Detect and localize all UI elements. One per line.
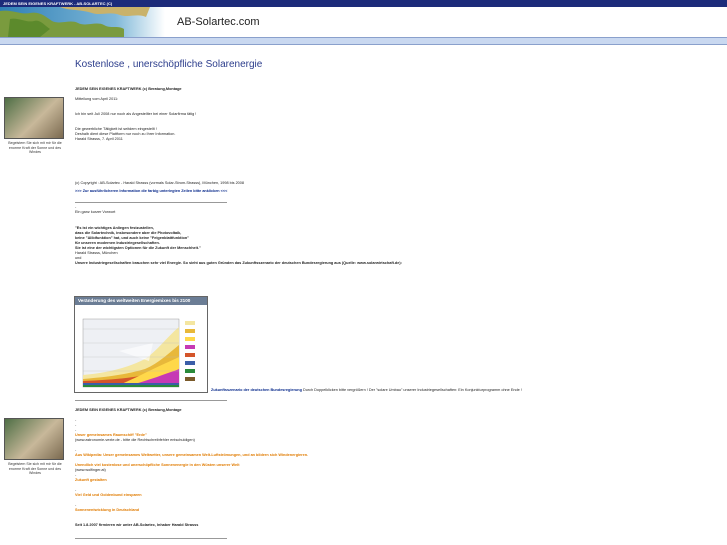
company-since-text: Seit 1.8.2007 firmieren wir unter AB-Sol… xyxy=(75,523,199,527)
energy-mix-chart-image[interactable]: Veränderung des weltweiten Energiemixes … xyxy=(74,296,208,393)
chart-caption: Zukunftsszenario der deutschen Bundesreg… xyxy=(211,388,711,393)
chart-note: Durch Doppelklicken bitte vergrößern ! D… xyxy=(303,388,522,392)
chart-graphic xyxy=(75,305,207,392)
divider xyxy=(75,400,227,401)
link-future[interactable]: Zukunft gestalten xyxy=(75,478,715,483)
globe-banner-image xyxy=(0,7,165,37)
author-photo xyxy=(4,97,64,139)
main-navigation: kostenlossolarkochensolarmobilemissionst… xyxy=(0,37,727,45)
link-wikipedia-weather[interactable]: Aus Wikipedia: Unser gemeinsames Weltwet… xyxy=(75,453,715,458)
energy-statement: Unsere Industriegesellschaften brauchen … xyxy=(75,261,402,265)
notice-date: Mitteilung vom April 2011: xyxy=(75,97,119,101)
section-heading: JEDEM SEIN EIGENES KRAFTWERK (c) Beratun… xyxy=(75,408,182,412)
chart-subtitle-link[interactable]: Zukunftsszenario der deutschen Bundesreg… xyxy=(211,388,302,392)
site-name: AB-Solartec.com xyxy=(177,16,260,28)
page-title: Kostenlose , unerschöpfliche Solarenergi… xyxy=(75,59,263,70)
section-heading: JEDEM SEIN EIGENES KRAFTWERK (c) Beratun… xyxy=(75,87,182,91)
preface-block: - Ein ganz kurzer Vorwort "Es ist ein wi… xyxy=(75,205,715,266)
divider xyxy=(75,202,227,203)
author-photo xyxy=(4,418,64,460)
intro-block: JEDEM SEIN EIGENES KRAFTWERK (c) Beratun… xyxy=(75,87,715,142)
author-photo-caption: Begeistern Sie sich mit mir für die enor… xyxy=(8,141,62,154)
copyright-text: (c) Copyright : AB-Solartec - Harald Str… xyxy=(75,181,245,185)
link-save-money[interactable]: Viel Geld und Goldenbund einsparen xyxy=(75,493,715,498)
link-solar-germany[interactable]: Sonnenentwicklung in Deutschland xyxy=(75,508,715,513)
links-block: - - - Unser gemeinsames Raumschiff "Erde… xyxy=(75,418,715,528)
notice-line: Harald Strasss, 7. April 2011 xyxy=(75,137,123,141)
site-header: AB-Solartec.com xyxy=(0,7,727,37)
top-banner-text: JEDEM SEIN EIGENES KRAFTWERK - AB-SOLART… xyxy=(3,1,113,6)
notice-line: Ich bin seit Juli 2008 nur noch als Ange… xyxy=(75,112,197,116)
section-heading-2-block: JEDEM SEIN EIGENES KRAFTWERK (c) Beratun… xyxy=(75,408,715,413)
divider xyxy=(75,538,227,539)
info-hint-link[interactable]: >>> Zur ausführlicheren Information die … xyxy=(75,189,715,194)
top-banner: JEDEM SEIN EIGENES KRAFTWERK - AB-SOLART… xyxy=(0,0,727,7)
link-source: (www.astronomie-vexte.de - bitte die Rec… xyxy=(75,438,195,442)
preface-text: Ein ganz kurzer Vorwort xyxy=(75,210,116,214)
author-photo-caption: Begeistern Sie sich mit mir für die enor… xyxy=(8,462,62,475)
chart-header: Veränderung des weltweiten Energiemixes … xyxy=(75,297,207,305)
copyright-block: (c) Copyright : AB-Solartec - Harald Str… xyxy=(75,181,715,194)
